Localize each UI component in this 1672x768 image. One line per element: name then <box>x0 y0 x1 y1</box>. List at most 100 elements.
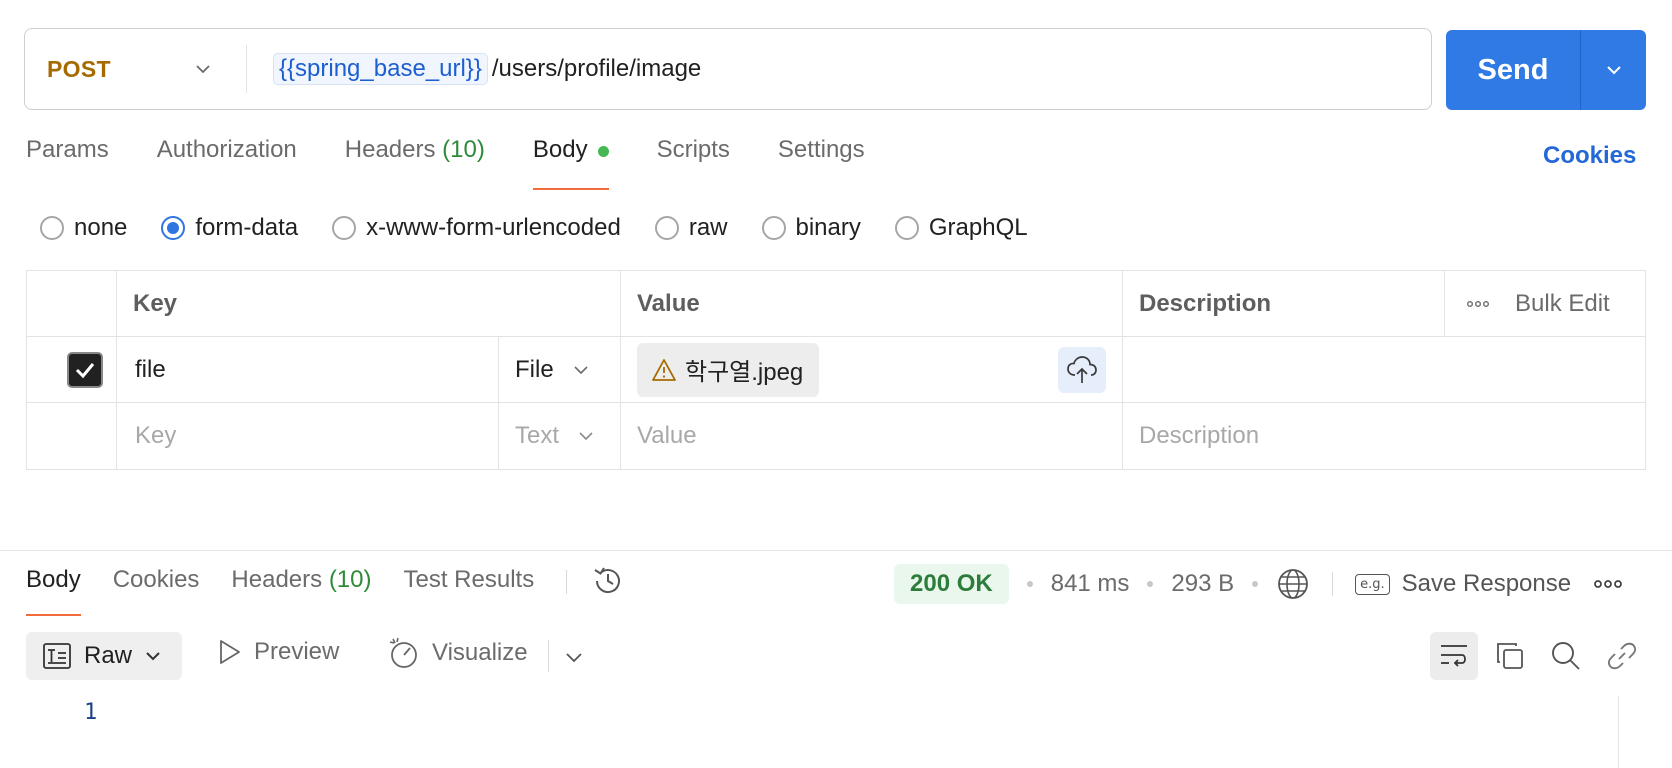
radio-circle <box>654 216 679 240</box>
bullet-separator <box>1147 581 1154 587</box>
response-time[interactable]: 841 ms <box>1051 570 1130 598</box>
tab-settings[interactable]: Settings <box>778 136 865 190</box>
format-select[interactable]: Raw <box>26 632 182 680</box>
chevron-down-icon <box>579 432 593 441</box>
link-icon <box>1607 642 1637 670</box>
tab-headers[interactable]: Headers (10) <box>345 136 485 190</box>
file-chip[interactable]: 학구열.jpeg <box>637 342 820 397</box>
search-button[interactable] <box>1542 632 1590 680</box>
radio-urlencoded[interactable]: x-www-form-urlencoded <box>332 214 621 242</box>
row-key[interactable]: file <box>117 337 499 403</box>
radio-label: none <box>74 214 128 241</box>
request-tabs: Params Authorization Headers (10) Body S… <box>26 136 913 192</box>
editor-scrollbar[interactable] <box>1618 696 1619 768</box>
new-row-checkbox-cell <box>27 403 117 469</box>
play-icon <box>220 640 240 664</box>
chevron-down-icon[interactable] <box>564 647 584 667</box>
wrap-icon <box>1441 645 1467 667</box>
tab-body[interactable]: Body <box>532 136 609 190</box>
header-actions: Bulk Edit <box>1445 271 1645 337</box>
more-icon[interactable] <box>1593 579 1623 589</box>
send-options-button[interactable] <box>1580 30 1646 110</box>
radio-circle <box>40 216 64 240</box>
radio-binary[interactable]: binary <box>761 214 861 242</box>
globe-icon[interactable] <box>1276 567 1310 601</box>
response-size[interactable]: 293 B <box>1171 570 1234 598</box>
url-input[interactable]: {{spring_base_url}} /users/profile/image <box>247 29 1431 109</box>
new-key-input[interactable]: Key <box>117 403 499 469</box>
tab-settings-label: Settings <box>777 136 865 163</box>
upload-file-button[interactable] <box>1058 346 1106 393</box>
radio-circle-selected <box>161 216 186 240</box>
method-label: POST <box>47 55 111 82</box>
tab-authorization[interactable]: Authorization <box>157 136 297 190</box>
response-divider <box>0 550 1672 551</box>
header-key: Key <box>117 271 621 337</box>
chevron-down-icon <box>146 652 160 661</box>
row-description[interactable] <box>1123 337 1645 403</box>
tab-params-label: Params <box>26 136 109 163</box>
wrap-lines-button[interactable] <box>1430 632 1478 680</box>
warning-icon <box>652 358 676 381</box>
send-button[interactable]: Send <box>1446 30 1580 110</box>
visualize-button[interactable]: Visualize <box>388 636 528 670</box>
preview-button[interactable]: Preview <box>216 638 339 666</box>
status-badge[interactable]: 200 OK <box>894 564 1009 604</box>
history-icon[interactable] <box>591 564 625 598</box>
radio-none[interactable]: none <box>40 214 127 242</box>
tab-body-label: Body <box>532 136 588 163</box>
row-value-cell: 학구열.jpeg <box>621 337 1123 403</box>
row-type-select[interactable]: File <box>515 356 590 384</box>
link-button[interactable] <box>1598 632 1646 680</box>
copy-button[interactable] <box>1486 632 1534 680</box>
format-label: Raw <box>84 642 133 669</box>
radio-label: GraphQL <box>928 214 1028 241</box>
row-enabled-checkbox[interactable] <box>66 351 103 388</box>
bullet-separator <box>1252 581 1259 587</box>
radio-raw[interactable]: raw <box>654 214 728 242</box>
url-variable[interactable]: {{spring_base_url}} <box>273 53 488 85</box>
send-button-group: Send <box>1446 30 1646 110</box>
row-checkbox-cell <box>27 337 117 403</box>
response-headers-count: (10) <box>328 566 372 593</box>
new-description-input[interactable]: Description <box>1123 403 1645 469</box>
response-tab-test-results[interactable]: Test Results <box>404 566 535 616</box>
radio-form-data[interactable]: form-data <box>161 214 298 242</box>
body-modified-dot <box>597 146 609 157</box>
preview-label: Preview <box>254 638 340 665</box>
url-bar: POST {{spring_base_url}} /users/profile/… <box>24 28 1432 110</box>
file-name: 학구열.jpeg <box>685 359 804 386</box>
chevron-down-icon <box>1606 66 1621 75</box>
new-type-cell: Text <box>499 403 621 469</box>
tab-scripts-label: Scripts <box>656 136 730 163</box>
visualize-label: Visualize <box>432 639 528 666</box>
cloud-upload-icon <box>1067 355 1097 383</box>
copy-icon <box>1497 643 1523 669</box>
more-icon[interactable] <box>1467 300 1489 308</box>
tab-params[interactable]: Params <box>26 136 109 190</box>
checkmark-icon <box>75 362 94 378</box>
line-number: 1 <box>84 700 98 725</box>
response-tab-body[interactable]: Body <box>26 566 81 616</box>
save-response-icon: e.g. <box>1355 573 1390 595</box>
tab-headers-count: (10) <box>442 136 485 163</box>
save-response-button[interactable]: e.g. Save Response <box>1355 570 1571 598</box>
cookies-link[interactable]: Cookies <box>1543 142 1636 170</box>
radio-circle <box>761 216 786 240</box>
response-status-bar: 200 OK 841 ms 293 B e.g. Save Response <box>894 564 1623 604</box>
status-separator <box>1332 572 1334 596</box>
bulk-edit-button[interactable]: Bulk Edit <box>1515 290 1610 318</box>
toolbar-separator <box>548 640 549 672</box>
header-description: Description <box>1123 271 1445 337</box>
radio-graphql[interactable]: GraphQL <box>894 214 1028 242</box>
new-type-select[interactable]: Text <box>515 422 595 450</box>
radio-label: form-data <box>195 214 299 241</box>
radio-label: raw <box>688 214 728 241</box>
method-select[interactable]: POST <box>25 45 247 93</box>
response-tab-cookies[interactable]: Cookies <box>113 566 200 616</box>
response-tab-headers[interactable]: Headers (10) <box>231 566 371 616</box>
tab-scripts[interactable]: Scripts <box>657 136 730 190</box>
radio-label: x-www-form-urlencoded <box>366 214 621 241</box>
response-tab-body-label: Body <box>26 566 81 593</box>
new-value-input[interactable]: Value <box>621 403 1123 469</box>
